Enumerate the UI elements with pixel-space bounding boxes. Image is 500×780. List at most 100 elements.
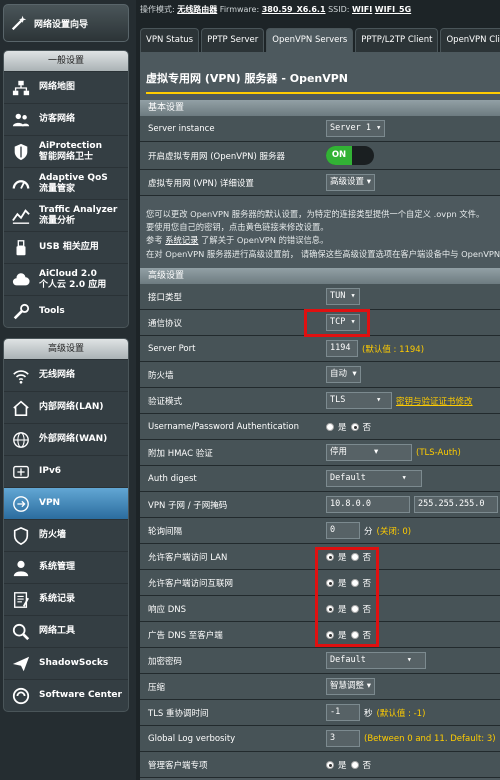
server-port-note: (默认值 : 1194) — [362, 344, 425, 355]
cipher-select[interactable]: Default ▾ — [326, 652, 426, 669]
administration-icon — [9, 556, 33, 580]
wireless-icon — [9, 364, 33, 388]
auth-digest-select[interactable]: Default ▾ — [326, 470, 422, 487]
tab-openvpn-servers[interactable]: OpenVPN Servers — [266, 28, 354, 52]
hmac-row: 附加 HMAC 验证 停用 ▾ (TLS-Auth) — [140, 440, 500, 466]
tls-reneg-input[interactable]: -1 — [326, 704, 360, 721]
mode-value[interactable]: 无线路由器 — [177, 5, 217, 14]
userpass-auth-row: Username/Password Authentication 是否 — [140, 414, 500, 440]
userpass-yes-radio[interactable] — [326, 422, 334, 431]
auth-mode-row: 验证模式 TLS ▾ 密钥与验证证书修改 — [140, 388, 500, 414]
tab-vpn-status[interactable]: VPN Status — [140, 28, 200, 52]
poll-interval-row: 轮询间隔 0 分 (关闭: 0) — [140, 518, 500, 544]
compression-select[interactable]: 智慧调整 ▾ — [326, 678, 375, 695]
general-item-2[interactable]: AiProtection 智能网络卫士 — [4, 135, 128, 167]
tab-pptp-l2tp-client[interactable]: PPTP/L2TP Client — [355, 28, 439, 52]
log-verbosity-input[interactable]: 3 — [326, 730, 360, 747]
menu-label: 内部网络(LAN) — [39, 402, 104, 413]
advanced-item-6[interactable]: 系统管理 — [4, 551, 128, 583]
tls-reneg-label: TLS 重协调时间 — [148, 708, 209, 719]
advanced-item-7[interactable]: 系统记录 — [4, 583, 128, 615]
enable-server-row: 开启虚拟专用网 (OpenVPN) 服务器 ON — [140, 142, 500, 170]
tab-openvpn-clients[interactable]: OpenVPN Clients — [440, 28, 500, 52]
respond-dns-label: 响应 DNS — [148, 604, 187, 615]
ssid-label: SSID: — [328, 5, 350, 14]
qos-gauge-icon — [9, 172, 33, 196]
main-content: 虚拟专用网 (VPN) 服务器 - OpenVPN 基本设置 Server in… — [140, 52, 500, 780]
menu-label: VPN — [39, 498, 61, 509]
tls-reneg-row: TLS 重协调时间 -1 秒 (默认值 : -1) — [140, 700, 500, 726]
userpass-no-radio[interactable] — [350, 422, 359, 431]
menu-label: 网络地图 — [39, 82, 76, 93]
advanced-item-2[interactable]: 外部网络(WAN) — [4, 423, 128, 455]
advanced-item-9[interactable]: ShadowSocks — [4, 647, 128, 679]
menu-label: ShadowSocks — [39, 658, 109, 669]
vpn-subnet-row: VPN 子网 / 子网掩码 10.8.0.0 255.255.255.0 — [140, 492, 500, 518]
advertise-dns-label: 广告 DNS 至客户端 — [148, 630, 223, 641]
log-verbosity-note: (Between 0 and 11. Default: 3) — [364, 733, 496, 744]
vpn-details-select[interactable]: 高级设置 ▾ — [326, 174, 375, 191]
log-verbosity-label: Global Log verbosity — [148, 733, 236, 744]
general-item-5[interactable]: USB 相关应用 — [4, 231, 128, 263]
server-port-row: Server Port 1194 (默认值 : 1194) — [140, 336, 500, 362]
general-item-0[interactable]: 网络地图 — [4, 71, 128, 103]
vpn-netmask-input[interactable]: 255.255.255.0 — [414, 496, 498, 513]
guest-network-icon — [9, 108, 33, 132]
general-item-3[interactable]: Adaptive QoS 流量管家 — [4, 167, 128, 199]
general-item-6[interactable]: AiCloud 2.0 个人云 2.0 应用 — [4, 263, 128, 295]
system-log-link[interactable]: 系统记录 — [165, 235, 198, 245]
traffic-analyzer-icon — [9, 204, 33, 228]
server-instance-label: Server instance — [148, 123, 215, 134]
general-panel: 一般设置 网络地图 访客网络 AiProtection 智能网络卫士 Adaptive… — [3, 50, 129, 328]
firmware-value[interactable]: 380.59_X6.6.1 — [262, 5, 326, 14]
wizard-label: 网络设置向导 — [34, 19, 89, 30]
advanced-item-5[interactable]: 防火墙 — [4, 519, 128, 551]
sidebar: 网络设置向导 一般设置 网络地图 访客网络 AiProtection 智能网络卫士 A… — [0, 0, 136, 780]
cipher-label: 加密密码 — [148, 656, 183, 667]
advanced-item-4[interactable]: VPN — [4, 487, 128, 519]
advanced-item-1[interactable]: 内部网络(LAN) — [4, 391, 128, 423]
mode-label: 操作模式: — [140, 5, 175, 14]
menu-label: Adaptive QoS 流量管家 — [39, 173, 108, 194]
advanced-item-10[interactable]: Software Center — [4, 679, 128, 711]
vpn-subnet-label: VPN 子网 / 子网掩码 — [148, 500, 228, 511]
auth-mode-select[interactable]: TLS ▾ — [326, 392, 392, 409]
general-item-4[interactable]: Traffic Analyzer 流量分析 — [4, 199, 128, 231]
general-item-1[interactable]: 访客网络 — [4, 103, 128, 135]
menu-label: 外部网络(WAN) — [39, 434, 108, 445]
poll-interval-input[interactable]: 0 — [326, 522, 360, 539]
server-port-input[interactable]: 1194 — [326, 340, 358, 357]
manage-client-row: 管理客户端专项 是否 — [140, 752, 500, 778]
interface-type-select[interactable]: TUN ▾ — [326, 288, 360, 305]
manage-client-no-radio[interactable] — [350, 760, 359, 769]
manage-client-yes-radio[interactable] — [326, 760, 334, 769]
advanced-item-3[interactable]: IPv6 — [4, 455, 128, 487]
aiprotection-icon — [9, 140, 33, 164]
menu-label: Tools — [39, 306, 65, 317]
vpn-subnet-input[interactable]: 10.8.0.0 — [326, 496, 410, 513]
menu-label: 网络工具 — [39, 626, 76, 637]
advanced-item-8[interactable]: 网络工具 — [4, 615, 128, 647]
ipv6-icon — [9, 460, 33, 484]
vpn-icon — [9, 492, 33, 516]
tools-icon — [9, 300, 33, 324]
ssid-2g[interactable]: WIFI — [352, 5, 372, 14]
advanced-settings-header: 高级设置 — [140, 268, 500, 284]
tls-reneg-note: (默认值 : -1) — [376, 708, 426, 719]
server-instance-select[interactable]: Server 1 ▾ — [326, 120, 386, 137]
menu-label: AiProtection 智能网络卫士 — [39, 141, 102, 162]
protocol-highlight-box — [304, 309, 370, 337]
auth-keys-link[interactable]: 密钥与验证证书修改 — [396, 395, 473, 407]
ssid-5g[interactable]: WIFI_5G — [375, 5, 411, 14]
network-setup-wizard-button[interactable]: 网络设置向导 — [3, 4, 129, 42]
firewall-select[interactable]: 自动 ▾ — [326, 366, 361, 383]
enable-server-toggle[interactable]: ON — [326, 146, 374, 165]
basic-settings-header: 基本设置 — [140, 100, 500, 116]
hmac-select[interactable]: 停用 ▾ — [326, 444, 412, 461]
advanced-item-0[interactable]: 无线网络 — [4, 359, 128, 391]
vpn-details-row: 虚拟专用网 (VPN) 详细设置 高级设置 ▾ — [140, 170, 500, 196]
general-item-7[interactable]: Tools — [4, 295, 128, 327]
tab-pptp-server[interactable]: PPTP Server — [201, 28, 265, 52]
menu-label: Traffic Analyzer 流量分析 — [39, 205, 118, 226]
firmware-label: Firmware: — [219, 5, 260, 14]
